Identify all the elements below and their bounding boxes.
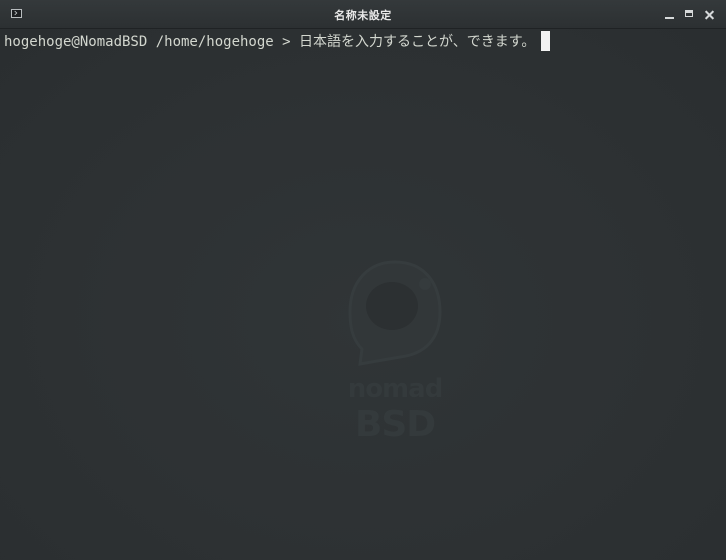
maximize-icon[interactable] — [684, 9, 695, 20]
terminal-window: 名称未設定 nomad BSD hogehoge@NomadBSD /home/… — [0, 0, 726, 560]
watermark-nomad-text: nomad — [347, 374, 444, 404]
text-cursor — [541, 31, 551, 51]
terminal-line: hogehoge@NomadBSD /home/hogehoge > 日本語を入… — [4, 31, 551, 51]
window-title: 名称未設定 — [334, 9, 392, 22]
minimize-icon[interactable] — [664, 9, 675, 20]
close-icon[interactable] — [704, 9, 715, 20]
command-input-text: 日本語を入力することが、できます。 — [299, 34, 536, 50]
terminal-area[interactable]: nomad BSD hogehoge@NomadBSD /home/hogeho… — [0, 29, 726, 560]
shell-prompt: hogehoge@NomadBSD /home/hogehoge > — [4, 34, 300, 50]
nomadbsd-logo: nomad BSD — [340, 254, 450, 454]
title-bar[interactable]: 名称未設定 — [0, 0, 726, 29]
watermark-bsd-text: BSD — [354, 404, 436, 445]
nomadbsd-logo-mark — [348, 260, 442, 366]
